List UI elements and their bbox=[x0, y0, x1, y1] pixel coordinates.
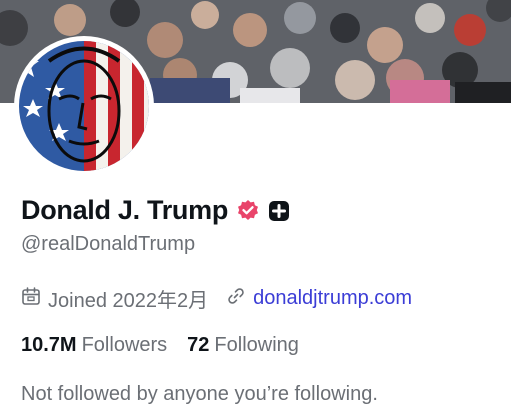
following-label: Following bbox=[214, 334, 299, 356]
joined-text: Joined 2022年2月 bbox=[48, 290, 209, 312]
verified-badge-icon[interactable] bbox=[236, 199, 260, 223]
followers-count: 10.7M bbox=[21, 334, 77, 356]
profile-avatar[interactable] bbox=[14, 36, 154, 176]
name-row: Donald J. Trump bbox=[21, 195, 290, 226]
profile-meta: Joined 2022年2月 donaldjtrump.com bbox=[21, 284, 412, 313]
avatar-image bbox=[19, 41, 149, 171]
calendar-icon bbox=[21, 286, 41, 312]
mutual-followers-note: Not followed by anyone you’re following. bbox=[21, 383, 378, 405]
plus-badge-icon[interactable] bbox=[268, 200, 290, 222]
profile-handle: @realDonaldTrump bbox=[21, 233, 196, 255]
following-stat[interactable]: 72 Following bbox=[187, 334, 299, 357]
display-name: Donald J. Trump bbox=[21, 195, 229, 225]
following-count: 72 bbox=[187, 334, 210, 356]
website-link[interactable]: donaldjtrump.com bbox=[253, 287, 412, 310]
followers-stat[interactable]: 10.7M Followers bbox=[21, 334, 167, 357]
follow-stats: 10.7M Followers 72 Following bbox=[21, 334, 299, 357]
joined-date: Joined 2022年2月 bbox=[21, 284, 208, 313]
website[interactable]: donaldjtrump.com bbox=[226, 286, 412, 312]
link-icon bbox=[226, 286, 246, 312]
followers-label: Followers bbox=[81, 334, 168, 356]
